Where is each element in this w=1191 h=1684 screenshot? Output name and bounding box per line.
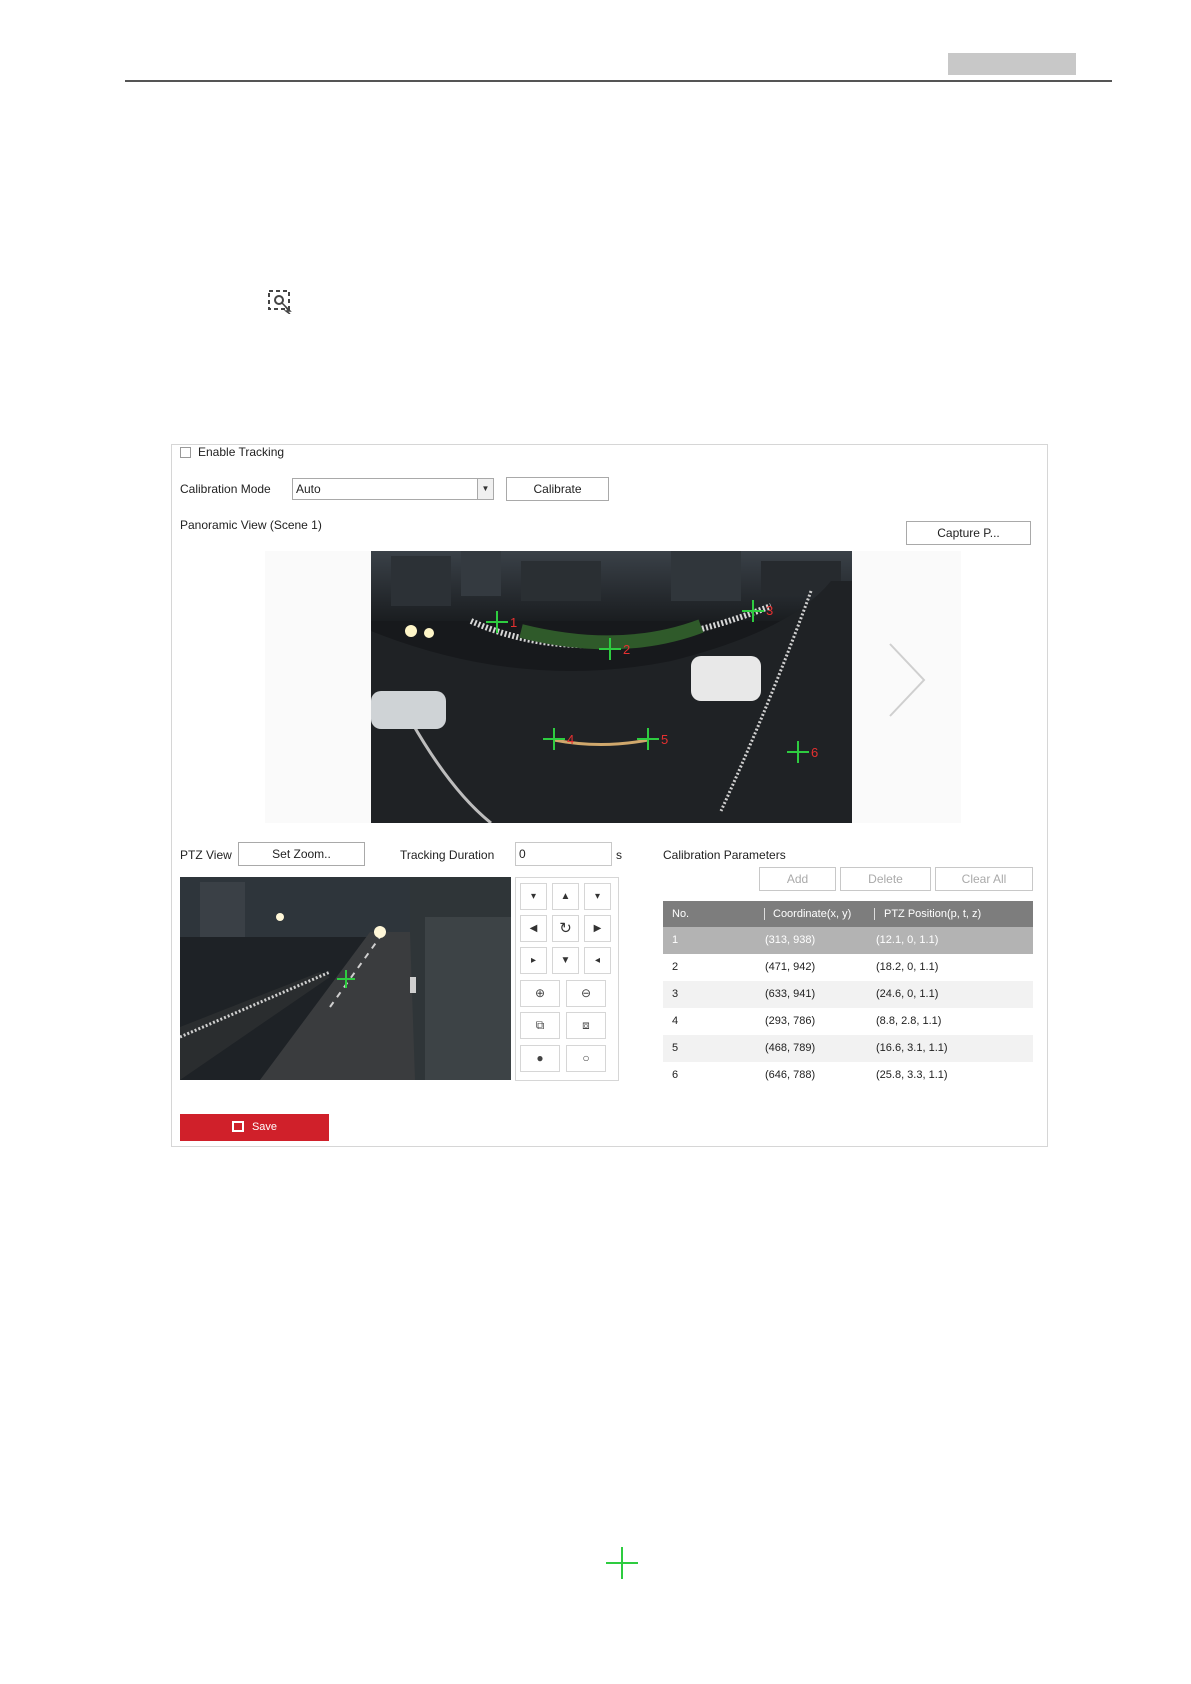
table-cell-ptz: (12.1, 0, 1.1): [876, 934, 939, 946]
focus-near-icon[interactable]: ⧉: [520, 1012, 560, 1039]
focus-far-icon[interactable]: ⧈: [566, 1012, 606, 1039]
table-cell-no: 5: [672, 1042, 679, 1054]
table-cell-coord: (293, 786): [765, 1015, 816, 1027]
column-header: PTZ Position(p, t, z): [884, 908, 982, 920]
arrow-down-left-icon[interactable]: ▸: [520, 947, 547, 974]
table-cell-ptz: (24.6, 0, 1.1): [876, 988, 939, 1000]
table-cell-coord: (471, 942): [765, 961, 816, 973]
table-row[interactable]: 6 (646, 788) (25.8, 3.3, 1.1): [663, 1062, 1033, 1089]
auto-scan-icon[interactable]: ↻: [552, 915, 579, 942]
ptz-scene: [180, 877, 511, 1080]
calibration-table: No. Coordinate(x, y) PTZ Position(p, t, …: [663, 901, 1033, 1089]
marker-label: 3: [766, 603, 773, 618]
region-select-icon: [268, 290, 292, 314]
panoramic-view-label: Panoramic View (Scene 1): [180, 518, 322, 532]
panorama-image[interactable]: 1 2 3 4 5 6: [371, 551, 852, 823]
arrow-down-icon[interactable]: ▼: [552, 947, 579, 974]
save-icon: [231, 1121, 244, 1132]
save-button[interactable]: Save: [180, 1114, 329, 1141]
calibration-parameters-label: Calibration Parameters: [663, 848, 786, 862]
header-tab: [948, 53, 1076, 75]
panorama-scene: 1 2 3 4 5 6: [371, 551, 852, 823]
tracking-duration-label: Tracking Duration: [400, 848, 495, 862]
header-rule: [125, 80, 1112, 82]
clear-all-button[interactable]: Clear All: [935, 867, 1033, 891]
table-cell-no: 1: [672, 934, 679, 946]
calibrate-button[interactable]: Calibrate: [506, 477, 609, 501]
table-cell-no: 6: [672, 1069, 679, 1081]
table-cell-ptz: (18.2, 0, 1.1): [876, 961, 939, 973]
add-point-button[interactable]: Add: [759, 867, 836, 891]
marker-label: 2: [623, 642, 630, 657]
calibration-mode-value: Auto: [296, 482, 321, 496]
table-row[interactable]: 4 (293, 786) (8.8, 2.8, 1.1): [663, 1008, 1033, 1035]
table-cell-coord: (313, 938): [765, 934, 816, 946]
column-header: No.: [672, 908, 690, 920]
table-header: No. Coordinate(x, y) PTZ Position(p, t, …: [663, 901, 1033, 927]
ptz-live-view[interactable]: [180, 877, 511, 1080]
calibration-mode-select[interactable]: Auto ▼: [292, 478, 494, 500]
table-cell-coord: (646, 788): [765, 1069, 816, 1081]
arrow-up-right-icon[interactable]: ▾: [584, 883, 611, 910]
column-divider: [874, 908, 875, 920]
chevron-down-icon: ▼: [477, 479, 493, 499]
table-row[interactable]: 3 (633, 941) (24.6, 0, 1.1): [663, 981, 1033, 1008]
zoom-out-icon[interactable]: ⊖: [566, 980, 606, 1007]
delete-point-button[interactable]: Delete: [840, 867, 931, 891]
enable-tracking-label: Enable Tracking: [198, 445, 285, 459]
table-row[interactable]: 5 (468, 789) (16.6, 3.1, 1.1): [663, 1035, 1033, 1062]
enable-tracking-checkbox[interactable]: [180, 447, 191, 458]
chevron-right-icon[interactable]: [880, 640, 930, 720]
table-cell-no: 3: [672, 988, 679, 1000]
zoom-in-icon[interactable]: ⊕: [520, 980, 560, 1007]
calibration-mode-label: Calibration Mode: [180, 482, 271, 496]
tracking-duration-unit: s: [616, 848, 622, 862]
iris-close-icon[interactable]: ○: [566, 1045, 606, 1072]
column-header: Coordinate(x, y): [773, 908, 852, 920]
table-cell-ptz: (8.8, 2.8, 1.1): [876, 1015, 942, 1027]
arrow-left-icon[interactable]: ◀: [520, 915, 547, 942]
capture-panorama-button[interactable]: Capture P...: [906, 521, 1031, 545]
marker-label: 4: [567, 732, 574, 747]
marker-label: 6: [811, 745, 818, 760]
column-divider: [764, 908, 765, 920]
table-cell-ptz: (16.6, 3.1, 1.1): [876, 1042, 948, 1054]
set-zoom-button[interactable]: Set Zoom..: [238, 842, 365, 866]
table-cell-coord: (633, 941): [765, 988, 816, 1000]
marker-label: 5: [661, 732, 668, 747]
table-row[interactable]: 2 (471, 942) (18.2, 0, 1.1): [663, 954, 1033, 981]
tracking-duration-input[interactable]: 0: [515, 842, 612, 866]
arrow-right-icon[interactable]: ▶: [584, 915, 611, 942]
table-row[interactable]: 1 (313, 938) (12.1, 0, 1.1): [663, 927, 1033, 954]
arrow-up-left-icon[interactable]: ▾: [520, 883, 547, 910]
crosshair-cursor-icon: [606, 1547, 638, 1579]
table-cell-no: 2: [672, 961, 679, 973]
marker-label: 1: [510, 615, 517, 630]
iris-open-icon[interactable]: ●: [520, 1045, 560, 1072]
ptz-view-label: PTZ View: [180, 848, 232, 862]
table-cell-no: 4: [672, 1015, 679, 1027]
table-cell-ptz: (25.8, 3.3, 1.1): [876, 1069, 948, 1081]
arrow-up-icon[interactable]: ▲: [552, 883, 579, 910]
save-label: Save: [251, 1121, 278, 1133]
table-cell-coord: (468, 789): [765, 1042, 816, 1054]
arrow-down-right-icon[interactable]: ◂: [584, 947, 611, 974]
